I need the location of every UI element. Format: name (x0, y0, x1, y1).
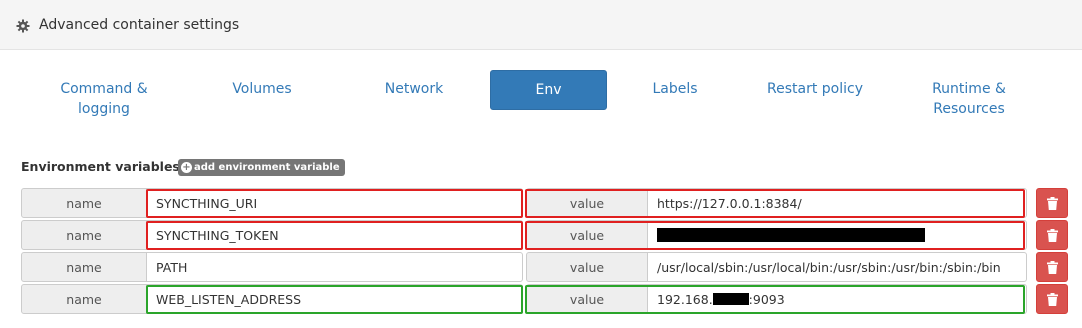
tab-label: Network (384, 81, 444, 97)
trash-icon (1046, 228, 1058, 242)
tab-label: Env (535, 82, 562, 98)
tab-runtime-resources[interactable]: Runtime & Resources (915, 70, 1023, 117)
name-addon: name (21, 284, 147, 314)
tab-env[interactable]: Env (490, 70, 607, 110)
env-value-text: /usr/local/sbin:/usr/local/bin:/usr/sbin… (657, 259, 1001, 275)
env-value-input[interactable] (647, 220, 1027, 250)
tab-network[interactable]: Network (364, 70, 464, 110)
env-name-input[interactable]: SYNCTHING_TOKEN (146, 220, 523, 250)
env-row: name WEB_LISTEN_ADDRESS value 192.168. :9… (21, 284, 1071, 314)
env-name-text: SYNCTHING_URI (156, 195, 258, 211)
redacted-value (657, 228, 925, 242)
env-value-suffix: :9093 (748, 291, 785, 307)
name-addon: name (21, 252, 147, 282)
env-row: name PATH value /usr/local/sbin:/usr/loc… (21, 252, 1071, 282)
env-name-input[interactable]: WEB_LISTEN_ADDRESS (146, 284, 523, 314)
delete-env-button[interactable] (1036, 252, 1068, 282)
add-button-label: add environment variable (194, 162, 340, 173)
env-value-text: https://127.0.0.1:8384/ (657, 195, 802, 211)
name-addon: name (21, 188, 147, 218)
env-value-prefix: 192.168. (657, 291, 713, 307)
delete-env-button[interactable] (1036, 220, 1068, 250)
env-value-input[interactable]: /usr/local/sbin:/usr/local/bin:/usr/sbin… (647, 252, 1027, 282)
tab-labels[interactable]: Labels (635, 70, 715, 110)
panel-title: Advanced container settings (39, 16, 240, 33)
tab-label: Restart policy (767, 81, 863, 97)
env-name-text: WEB_LISTEN_ADDRESS (156, 291, 302, 307)
tab-command-logging[interactable]: Command & logging (44, 70, 164, 117)
env-row: name SYNCTHING_TOKEN value (21, 220, 1071, 250)
tab-restart-policy[interactable]: Restart policy (755, 70, 875, 110)
redacted-value (712, 293, 749, 305)
tab-bar: Command & logging Volumes Network Env La… (0, 70, 1082, 130)
name-addon: name (21, 220, 147, 250)
trash-icon (1046, 292, 1058, 306)
value-addon: value (526, 252, 648, 282)
env-value-input[interactable]: https://127.0.0.1:8384/ (647, 188, 1027, 218)
env-name-input[interactable]: PATH (146, 252, 523, 282)
plus-circle-icon: + (181, 162, 192, 173)
delete-env-button[interactable] (1036, 284, 1068, 314)
add-env-variable-button[interactable]: + add environment variable (178, 159, 345, 176)
tab-label: Volumes (232, 81, 292, 97)
env-row: name SYNCTHING_URI value https://127.0.0… (21, 188, 1071, 218)
value-addon: value (526, 188, 648, 218)
tab-volumes[interactable]: Volumes (212, 70, 312, 110)
trash-icon (1046, 196, 1058, 210)
tab-label: Labels (652, 81, 698, 97)
env-name-text: PATH (156, 259, 188, 275)
env-name-text: SYNCTHING_TOKEN (156, 227, 279, 243)
trash-icon (1046, 260, 1058, 274)
value-addon: value (526, 220, 648, 250)
panel-header: Advanced container settings (0, 0, 1082, 50)
delete-env-button[interactable] (1036, 188, 1068, 218)
value-addon: value (526, 284, 648, 314)
env-name-input[interactable]: SYNCTHING_URI (146, 188, 523, 218)
gear-icon (16, 18, 30, 32)
env-value-input[interactable]: 192.168. :9093 (647, 284, 1027, 314)
tab-label: Runtime & Resources (932, 81, 1006, 117)
env-section-label: Environment variables (21, 159, 180, 174)
tab-label: Command & logging (60, 81, 148, 117)
